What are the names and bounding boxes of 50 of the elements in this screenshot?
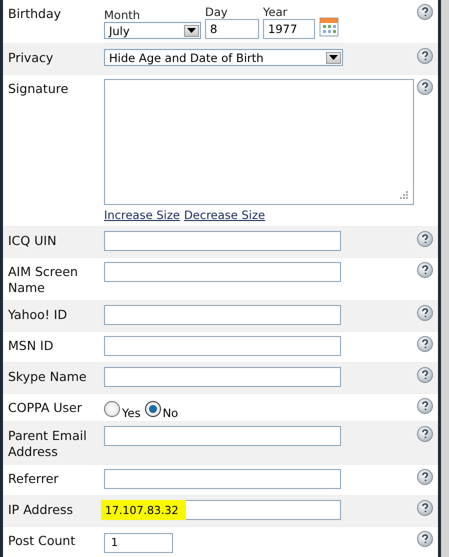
size-link[interactable]: Increase Size: [104, 208, 180, 222]
size-link[interactable]: Decrease Size: [184, 208, 266, 222]
help-icon[interactable]: [417, 336, 433, 352]
field-label: IP Address: [8, 501, 74, 518]
field-label: Signature: [8, 80, 70, 97]
radio-button[interactable]: [144, 401, 161, 417]
month-caption: Month: [104, 9, 142, 22]
field-label: Post Count: [8, 532, 76, 549]
radio-label[interactable]: Yes: [122, 406, 141, 420]
field-label: MSN ID: [8, 337, 54, 354]
text-field[interactable]: [104, 231, 341, 251]
help-icon[interactable]: [417, 531, 433, 547]
privacy-select[interactable]: Hide Age and Date of Birth: [104, 49, 343, 66]
help-icon[interactable]: [417, 231, 433, 247]
field-label: Parent Email Address: [8, 427, 88, 460]
help-icon[interactable]: [417, 469, 433, 485]
text-field[interactable]: [104, 367, 341, 387]
field-label: COPPA User: [8, 399, 83, 416]
help-icon[interactable]: [417, 367, 433, 383]
field-label: Birthday: [8, 5, 62, 22]
day-caption: Day: [205, 6, 229, 19]
calendar-icon[interactable]: [319, 17, 339, 37]
help-icon[interactable]: [417, 48, 433, 64]
help-icon[interactable]: [417, 398, 433, 414]
help-icon[interactable]: [417, 305, 433, 321]
help-icon[interactable]: [417, 426, 433, 442]
help-icon[interactable]: [417, 262, 433, 278]
field-label: Yahoo! ID: [8, 306, 68, 323]
text-field[interactable]: 1: [104, 533, 173, 553]
help-icon[interactable]: [417, 79, 433, 95]
field-label: Referrer: [8, 470, 60, 487]
field-label: Skype Name: [8, 368, 88, 385]
text-field[interactable]: [104, 305, 341, 325]
year-field[interactable]: 1977: [263, 19, 315, 39]
field-label: Privacy: [8, 49, 54, 66]
help-icon[interactable]: [417, 4, 433, 20]
year-caption: Year: [263, 6, 288, 19]
radio-label[interactable]: No: [162, 406, 178, 420]
text-field[interactable]: [104, 426, 341, 446]
month-select[interactable]: July: [104, 22, 201, 39]
text-field[interactable]: [104, 469, 341, 489]
field-label: AIM Screen Name: [8, 263, 79, 296]
text-field[interactable]: [104, 336, 341, 356]
resize-grip-icon[interactable]: [400, 191, 409, 200]
help-icon[interactable]: [417, 500, 433, 516]
day-field[interactable]: 8: [205, 19, 259, 39]
text-field[interactable]: 17.107.83.32: [104, 500, 341, 520]
text-field[interactable]: [104, 262, 341, 282]
radio-button[interactable]: [104, 401, 120, 417]
field-label: ICQ UIN: [8, 232, 58, 249]
